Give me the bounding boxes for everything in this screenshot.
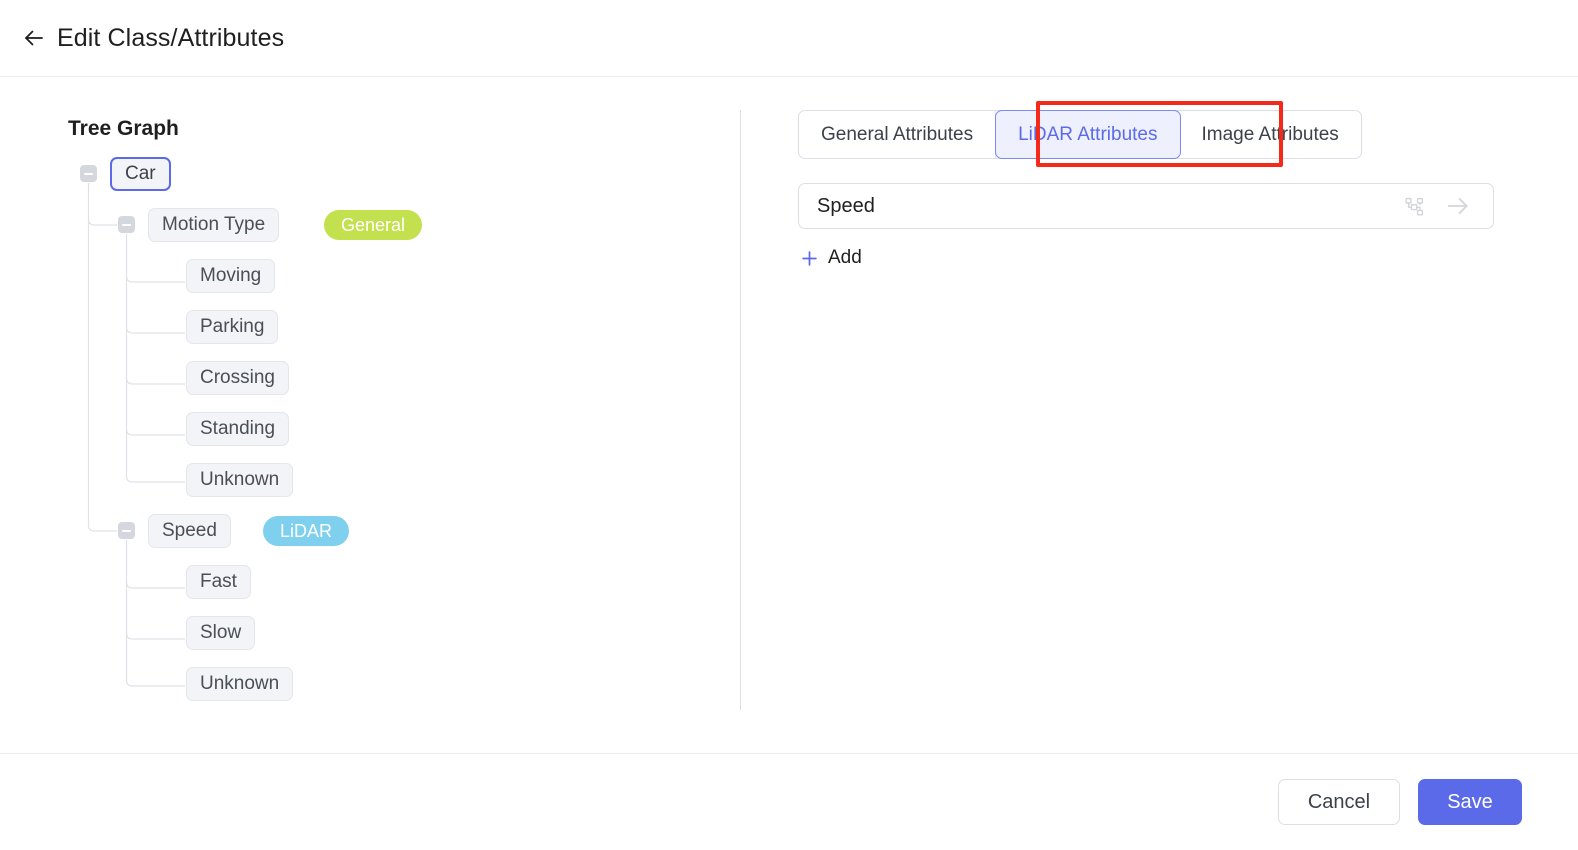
tab-lidar[interactable]: LiDAR Attributes <box>995 110 1181 159</box>
tree-node-label[interactable]: Car <box>110 157 171 191</box>
tree-node-label[interactable]: Motion Type <box>148 208 280 242</box>
add-attribute-button[interactable]: Add <box>800 247 862 269</box>
sitemap-icon[interactable] <box>1404 196 1425 217</box>
tree-toggle-speed[interactable] <box>118 522 135 539</box>
tree-node-parking[interactable]: Parking <box>186 310 279 344</box>
tree-node-standing[interactable]: Standing <box>186 412 290 446</box>
tree-node-unknown2[interactable]: Unknown <box>186 667 294 701</box>
tree-toggle-car[interactable] <box>80 165 97 182</box>
tree-canvas: Car Motion Type General Moving Parking Crossi… <box>0 147 740 747</box>
arrow-left-icon[interactable] <box>21 25 47 51</box>
tree-node-label[interactable]: Fast <box>186 565 251 599</box>
cancel-button[interactable]: Cancel <box>1278 779 1400 825</box>
add-attribute-label: Add <box>828 247 862 268</box>
save-button[interactable]: Save <box>1418 779 1522 825</box>
tree-node-unknown1[interactable]: Unknown <box>186 463 294 497</box>
tree-node-label[interactable]: Unknown <box>186 463 294 497</box>
tree-node-label[interactable]: Slow <box>186 616 256 650</box>
plus-icon <box>800 249 819 268</box>
attribute-tabs: General Attributes LiDAR Attributes Image … <box>798 110 1362 159</box>
tab-general[interactable]: General Attributes <box>799 111 997 158</box>
tree-node-label[interactable]: Parking <box>186 310 279 344</box>
tree-node-label[interactable]: Crossing <box>186 361 289 395</box>
tree-node-fast[interactable]: Fast <box>186 565 251 599</box>
tree-node-label[interactable]: Moving <box>186 259 276 293</box>
tree-graph-panel: Tree Graph Car Motion Type General Movin… <box>0 77 740 753</box>
attribute-name: Speed <box>817 194 875 217</box>
tree-node-label[interactable]: Standing <box>186 412 290 446</box>
page-title: Edit Class/Attributes <box>57 23 285 52</box>
arrow-right-icon[interactable] <box>1445 193 1471 219</box>
tree-node-label[interactable]: Unknown <box>186 667 294 701</box>
tree-node-moving[interactable]: Moving <box>186 259 276 293</box>
tab-image[interactable]: Image Attributes <box>1180 111 1361 158</box>
page-header: Edit Class/Attributes <box>0 0 1578 77</box>
tree-toggle-motiontype[interactable] <box>118 216 135 233</box>
page-body: Tree Graph Car Motion Type General Movin… <box>0 77 1578 753</box>
attribute-row-speed[interactable]: Speed <box>798 183 1494 229</box>
tree-node-badge-motiontype: General <box>324 210 423 240</box>
page-footer: Cancel Save <box>0 753 1578 850</box>
tree-node-badge-speed: LiDAR <box>263 516 350 546</box>
tree-node-car[interactable]: Car <box>110 157 171 191</box>
edit-class-attributes-page: Edit Class/Attributes Tree Graph Car Mot… <box>0 0 1578 850</box>
tree-node-label[interactable]: Speed <box>148 514 231 548</box>
attributes-panel: General Attributes LiDAR Attributes Image … <box>740 77 1578 753</box>
tree-node-motiontype[interactable]: Motion Type <box>148 208 280 242</box>
tree-node-slow[interactable]: Slow <box>186 616 256 650</box>
tree-node-crossing[interactable]: Crossing <box>186 361 289 395</box>
tree-node-speed[interactable]: Speed <box>148 514 231 548</box>
attribute-row-actions <box>1404 193 1471 219</box>
tree-graph-heading: Tree Graph <box>68 117 179 140</box>
